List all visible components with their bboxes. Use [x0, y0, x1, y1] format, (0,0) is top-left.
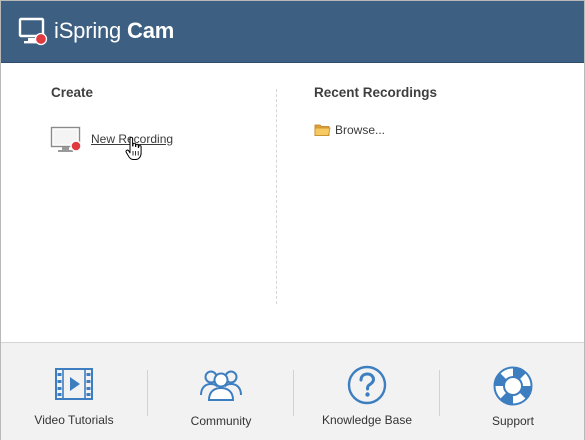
film-play-icon [54, 365, 94, 408]
community-button[interactable]: Community [148, 343, 294, 440]
video-tutorials-label: Video Tutorials [34, 413, 114, 427]
section-divider [276, 89, 277, 304]
question-circle-icon [347, 365, 387, 410]
screen-record-icon [50, 125, 84, 160]
product-name: Cam [127, 18, 175, 43]
brand-name: iSpring [54, 18, 122, 43]
app-title: iSpring Cam [54, 18, 174, 44]
ispring-cam-window: iSpring Cam Create Recent Recordings New… [0, 0, 585, 440]
recent-recordings-title: Recent Recordings [314, 85, 438, 100]
knowledge-base-button[interactable]: Knowledge Base [294, 343, 440, 440]
community-label: Community [190, 414, 252, 428]
footer-toolbar: Video Tutorials Community Knowledge Base… [1, 342, 584, 440]
support-label: Support [491, 414, 535, 428]
create-section-title: Create [51, 85, 94, 100]
main-panel: Create Recent Recordings New Recording B… [1, 63, 584, 341]
app-logo-icon [18, 17, 48, 52]
people-icon [198, 365, 244, 408]
video-tutorials-button[interactable]: Video Tutorials [1, 343, 147, 440]
app-header: iSpring Cam [1, 1, 584, 63]
browse-label: Browse... [335, 123, 386, 137]
folder-icon [314, 123, 331, 142]
knowledge-base-label: Knowledge Base [321, 413, 413, 427]
support-button[interactable]: Support [440, 343, 585, 440]
hand-cursor-icon [125, 136, 143, 166]
new-recording-link[interactable]: New Recording [50, 125, 190, 155]
lifebuoy-icon [492, 365, 534, 412]
